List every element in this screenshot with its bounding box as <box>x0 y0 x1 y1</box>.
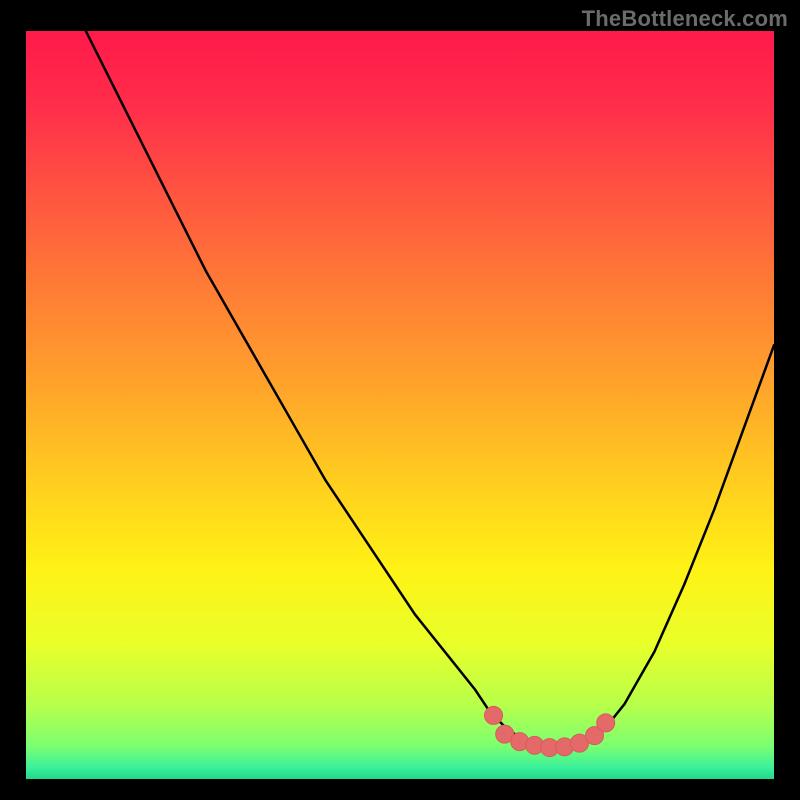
curve-marker <box>485 706 503 724</box>
curve-marker <box>597 714 615 732</box>
chart-svg <box>26 31 774 779</box>
watermark-text: TheBottleneck.com <box>582 6 788 32</box>
gradient-background <box>26 31 774 779</box>
frame: TheBottleneck.com <box>0 0 800 800</box>
bottleneck-chart <box>26 31 774 779</box>
